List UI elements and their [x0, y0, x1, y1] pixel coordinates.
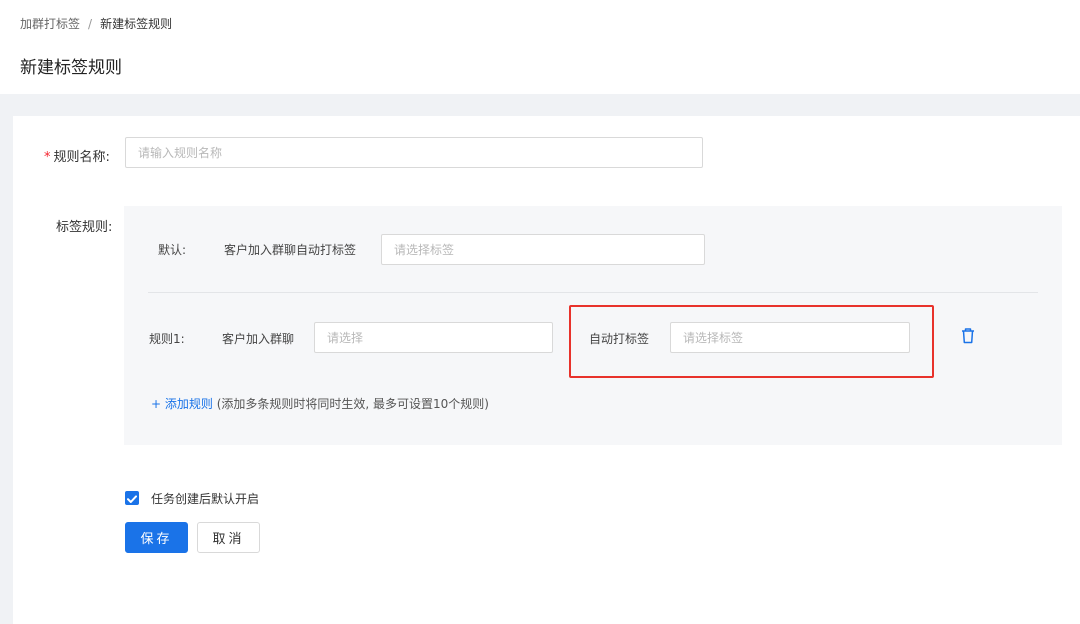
rule-1-tag-label: 自动打标签 — [589, 332, 650, 346]
save-button[interactable]: 保存 — [125, 522, 188, 553]
add-rule-link[interactable]: + 添加规则 — [151, 397, 213, 411]
page-header: 加群打标签 / 新建标签规则 新建标签规则 — [0, 0, 1080, 94]
auto-enable-checkbox[interactable] — [125, 491, 139, 505]
check-icon — [127, 495, 137, 503]
add-rule-hint: (添加多条规则时将同时生效, 最多可设置10个规则) — [216, 397, 489, 411]
rule-1-label: 规则1: — [149, 332, 185, 346]
auto-enable-label[interactable]: 任务创建后默认开启 — [151, 490, 259, 507]
breadcrumb: 加群打标签 / 新建标签规则 — [20, 15, 172, 32]
required-mark: * — [44, 150, 51, 165]
add-rule-row: + 添加规则 (添加多条规则时将同时生效, 最多可设置10个规则) — [151, 395, 489, 412]
breadcrumb-parent[interactable]: 加群打标签 — [20, 15, 80, 32]
tag-rules-label: 标签规则: — [56, 220, 113, 235]
rule-1-group-label: 客户加入群聊 — [222, 332, 295, 346]
rule-1-group-select[interactable] — [314, 322, 553, 353]
breadcrumb-current: 新建标签规则 — [100, 17, 173, 31]
default-rule-description: 客户加入群聊自动打标签 — [224, 243, 357, 257]
trash-icon[interactable] — [958, 326, 978, 346]
page-title: 新建标签规则 — [20, 58, 122, 78]
default-tag-select[interactable] — [381, 234, 705, 265]
breadcrumb-separator: / — [88, 16, 93, 31]
rule-1-tag-select[interactable] — [670, 322, 910, 353]
cancel-button[interactable]: 取消 — [197, 522, 260, 553]
rule-name-label-text: 规则名称: — [53, 150, 110, 165]
rule-name-input[interactable] — [125, 137, 703, 168]
rule-name-label: * 规则名称: — [44, 146, 110, 165]
default-rule-label: 默认: — [158, 243, 187, 257]
rules-divider — [148, 292, 1038, 293]
